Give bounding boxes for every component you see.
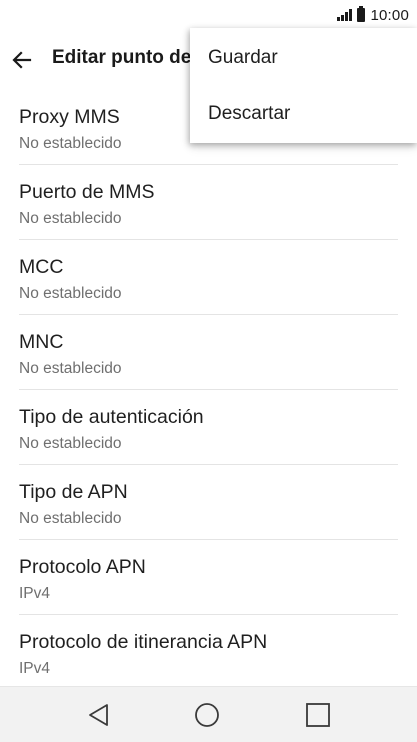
menu-item-discard[interactable]: Descartar xyxy=(208,103,290,125)
setting-title: Proxy MMS xyxy=(19,106,120,128)
setting-summary: No establecido xyxy=(19,285,122,302)
status-icons: 10:00 xyxy=(337,6,409,24)
setting-summary: IPv4 xyxy=(19,660,51,677)
setting-summary: No establecido xyxy=(19,510,122,527)
setting-title: Tipo de autenticación xyxy=(19,406,204,428)
setting-summary: No establecido xyxy=(19,360,122,377)
page-title: Editar punto de xyxy=(52,47,192,68)
setting-title: Protocolo APN xyxy=(19,556,146,578)
status-bar: 10:00 xyxy=(0,0,417,30)
setting-title: Puerto de MMS xyxy=(19,181,155,203)
setting-title: MNC xyxy=(19,331,64,353)
setting-title: MCC xyxy=(19,256,64,278)
setting-mcc[interactable]: MCC No establecido xyxy=(0,240,417,315)
setting-apn-type[interactable]: Tipo de APN No establecido xyxy=(0,465,417,540)
setting-mnc[interactable]: MNC No establecido xyxy=(0,315,417,390)
setting-summary: No establecido xyxy=(19,435,122,452)
navigation-bar xyxy=(0,686,417,742)
setting-title: Protocolo de itinerancia APN xyxy=(19,631,268,653)
arrow-left-icon[interactable] xyxy=(10,48,34,72)
settings-list: Proxy MMS No establecido Puerto de MMS N… xyxy=(0,90,417,690)
menu-item-save[interactable]: Guardar xyxy=(208,47,278,69)
setting-auth-type[interactable]: Tipo de autenticación No establecido xyxy=(0,390,417,465)
recents-square-icon[interactable] xyxy=(302,699,334,731)
overflow-menu: Guardar Descartar xyxy=(190,28,417,143)
back-triangle-icon[interactable] xyxy=(83,699,115,731)
signal-icon xyxy=(337,9,353,21)
status-time: 10:00 xyxy=(370,6,409,24)
battery-icon xyxy=(357,6,366,22)
setting-title: Tipo de APN xyxy=(19,481,128,503)
setting-apn-roaming-protocol[interactable]: Protocolo de itinerancia APN IPv4 xyxy=(0,615,417,690)
home-circle-icon[interactable] xyxy=(191,699,223,731)
setting-summary: No establecido xyxy=(19,135,122,152)
setting-mms-port[interactable]: Puerto de MMS No establecido xyxy=(0,165,417,240)
setting-summary: No establecido xyxy=(19,210,122,227)
setting-apn-protocol[interactable]: Protocolo APN IPv4 xyxy=(0,540,417,615)
setting-summary: IPv4 xyxy=(19,585,51,602)
